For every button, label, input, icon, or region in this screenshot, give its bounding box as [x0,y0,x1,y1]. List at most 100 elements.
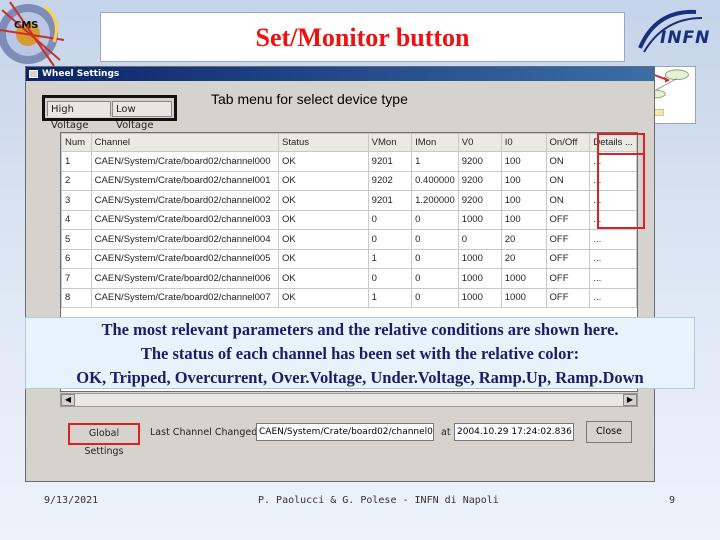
cell-v0: 1000 [457,287,502,308]
window-titlebar: Wheel Settings [26,67,654,81]
cell-imon: 1.200000 [411,190,459,211]
cell-imon: 1 [411,151,459,172]
note-line-3: OK, Tripped, Overcurrent, Over.Voltage, … [76,368,644,387]
col-header-imon[interactable]: IMon [411,133,459,152]
cell-v0: 0 [457,229,502,250]
cell-status: OK [278,248,369,269]
cell-imon: 0 [411,287,459,308]
col-header-details[interactable]: Details ... [589,133,637,152]
tab-high-voltage[interactable]: High Voltage [47,101,111,131]
cell-i0: 1000 [500,287,547,308]
footer-page-number: 9 [669,495,676,506]
cell-v0: 9200 [457,151,502,172]
footer-author: P. Paolucci & G. Polese - INFN di Napoli [258,495,499,506]
table-row[interactable]: 2 CAEN/System/Crate/board02/channel001 OK 9… [61,170,637,191]
cell-status: OK [278,229,369,250]
cell-details[interactable]: ... [589,268,637,289]
col-header-status[interactable]: Status [278,133,369,152]
window-bottom-bar: Global Settings Last Channel Changed CAE… [60,417,638,457]
scroll-right-icon[interactable]: ▶ [623,394,637,406]
cell-imon: 0 [411,209,459,230]
table-row[interactable]: 1 CAEN/System/Crate/board02/channel000 OK 9… [61,151,637,172]
cell-channel: CAEN/System/Crate/board02/channel002 [90,190,280,211]
tab-selector-highlight: High Voltage Low Voltage [42,95,177,131]
cell-onoff: ON [545,151,591,172]
cell-v0: 1000 [457,248,502,269]
cell-status: OK [278,268,369,289]
table-row[interactable]: 8 CAEN/System/Crate/board02/channel007 OK 1… [61,287,637,308]
table-row[interactable]: 6 CAEN/System/Crate/board02/channel005 OK 1… [61,248,637,269]
cell-channel: CAEN/System/Crate/board02/channel003 [90,209,280,230]
cell-num: 3 [61,190,92,211]
last-changed-timestamp: 2004.10.29 17:24:02.836 [454,423,574,441]
cell-onoff: OFF [545,268,591,289]
scroll-left-icon[interactable]: ◀ [61,394,75,406]
cell-imon: 0.400000 [411,170,459,191]
cell-status: OK [278,170,369,191]
cell-details[interactable]: ... [589,209,637,230]
tab-low-voltage[interactable]: Low Voltage [112,101,172,131]
note-line-2: The status of each channel has been set … [140,344,580,363]
col-header-vmon[interactable]: VMon [367,133,413,152]
col-header-i0[interactable]: I0 [500,133,547,152]
cell-vmon: 1 [367,248,413,269]
tab-menu-annotation: Tab menu for select device type [211,91,408,107]
slide-title: Set/Monitor button [100,12,625,62]
col-header-onoff[interactable]: On/Off [545,133,591,152]
cell-v0: 1000 [457,268,502,289]
col-header-v0[interactable]: V0 [457,133,502,152]
cell-details[interactable]: ... [589,229,637,250]
cell-v0: 9200 [457,170,502,191]
cell-details[interactable]: ... [589,287,637,308]
last-channel-changed-field: CAEN/System/Crate/board02/channel003 [256,423,434,441]
cell-onoff: OFF [545,209,591,230]
cms-logo-icon: CMS [0,1,65,67]
cell-num: 6 [61,248,92,269]
cell-onoff: ON [545,170,591,191]
cell-channel: CAEN/System/Crate/board02/channel001 [90,170,280,191]
wheel-settings-window: Wheel Settings High Voltage Low Voltage … [25,66,655,482]
last-channel-changed-label: Last Channel Changed [150,427,258,438]
cell-vmon: 9201 [367,151,413,172]
cell-status: OK [278,190,369,211]
cell-imon: 0 [411,229,459,250]
global-settings-button[interactable]: Global Settings [68,423,140,457]
col-header-num[interactable]: Num [61,133,92,152]
cell-num: 4 [61,209,92,230]
cell-details[interactable]: ... [589,190,637,211]
window-icon [29,70,38,78]
table-row[interactable]: 3 CAEN/System/Crate/board02/channel002 OK 9… [61,190,637,211]
svg-text:CMS: CMS [14,20,39,31]
cell-vmon: 0 [367,209,413,230]
cell-onoff: OFF [545,248,591,269]
cell-v0: 9200 [457,190,502,211]
table-row[interactable]: 5 CAEN/System/Crate/board02/channel004 OK 0… [61,229,637,250]
cell-num: 2 [61,170,92,191]
cell-i0: 100 [500,170,547,191]
table-horizontal-scrollbar[interactable]: ◀ ▶ [60,393,638,407]
cell-status: OK [278,287,369,308]
cell-imon: 0 [411,248,459,269]
cell-onoff: OFF [545,229,591,250]
cell-vmon: 1 [367,287,413,308]
cell-i0: 100 [500,190,547,211]
cell-details[interactable]: ... [589,170,637,191]
table-row[interactable]: 4 CAEN/System/Crate/board02/channel003 OK 0… [61,209,637,230]
cell-details[interactable]: ... [589,151,637,172]
explanation-note: The most relevant parameters and the rel… [25,317,695,389]
footer-date: 9/13/2021 [44,495,99,506]
cell-details[interactable]: ... [589,248,637,269]
cell-imon: 0 [411,268,459,289]
table-header-row: Num Channel Status VMon IMon V0 I0 On/Of… [61,133,637,152]
cell-vmon: 0 [367,229,413,250]
cell-vmon: 9201 [367,190,413,211]
col-header-channel[interactable]: Channel [90,133,280,152]
cell-num: 8 [61,287,92,308]
cell-num: 5 [61,229,92,250]
table-row[interactable]: 7 CAEN/System/Crate/board02/channel006 OK 0… [61,268,637,289]
close-button[interactable]: Close [586,421,632,443]
cell-channel: CAEN/System/Crate/board02/channel005 [90,248,280,269]
cell-vmon: 9202 [367,170,413,191]
cell-status: OK [278,209,369,230]
cell-onoff: OFF [545,287,591,308]
